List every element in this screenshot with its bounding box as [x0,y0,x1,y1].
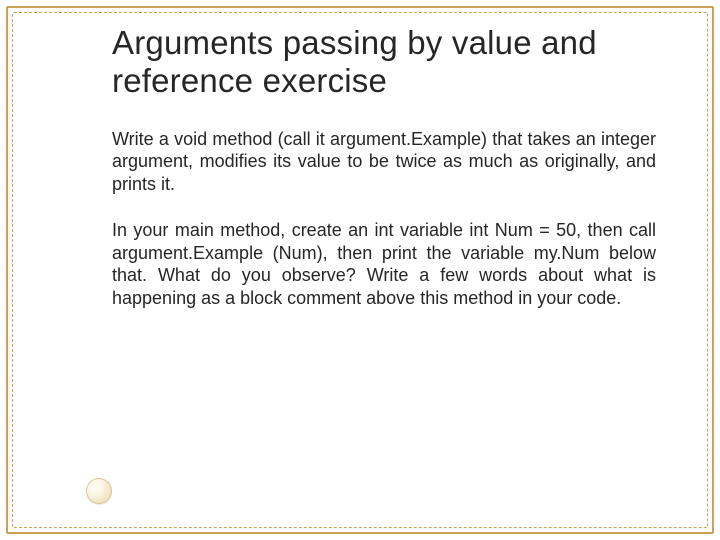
slide-title: Arguments passing by value and reference… [112,24,660,100]
paragraph-2: In your main method, create an int varia… [112,219,660,309]
decorative-circle-icon [86,478,112,504]
paragraph-1: Write a void method (call it argument.Ex… [112,128,660,196]
slide-content: Arguments passing by value and reference… [112,24,660,309]
